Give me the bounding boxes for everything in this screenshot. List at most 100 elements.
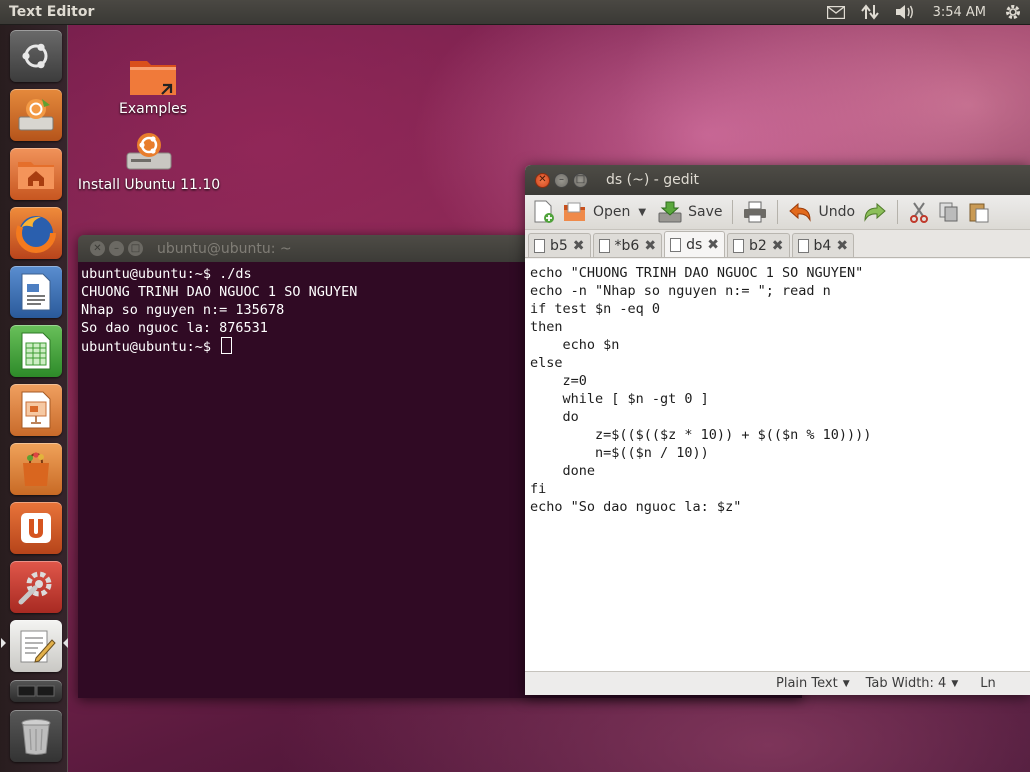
close-icon[interactable]: ✖ (644, 238, 656, 254)
code-line: while [ $n -gt 0 ] (530, 391, 709, 407)
launcher-trash[interactable] (10, 710, 62, 762)
launcher-home-folder[interactable] (10, 148, 62, 200)
cut-button[interactable] (904, 195, 934, 230)
desktop-icon-label: Examples (118, 101, 188, 117)
calc-spreadsheet-icon (21, 332, 51, 370)
save-button[interactable]: Save (654, 195, 726, 230)
launcher-libreoffice-writer[interactable] (10, 266, 62, 318)
tab-width-selector[interactable]: Tab Width: 4 ▼ (861, 676, 964, 691)
toolbar-separator (897, 200, 899, 224)
code-line: echo $n (530, 337, 620, 353)
close-icon[interactable]: ✖ (707, 237, 719, 253)
volume-icon[interactable] (887, 0, 923, 25)
code-line: echo "CHUONG TRINH DAO NGUOC 1 SO NGUYEN… (530, 265, 864, 281)
tab-width-label: Tab Width: 4 (865, 676, 947, 691)
tab-b6[interactable]: *b6 ✖ (592, 233, 663, 257)
folder-examples-icon (130, 61, 176, 95)
minimize-icon[interactable]: – (554, 172, 569, 188)
power-gear-icon[interactable] (996, 0, 1030, 25)
document-icon (732, 238, 744, 253)
document-icon (670, 237, 682, 252)
desktop-icon-label: Install Ubuntu 11.10 (77, 177, 221, 193)
network-icon[interactable] (853, 0, 887, 25)
installer-icon (18, 99, 54, 131)
code-line: then (530, 319, 563, 335)
save-label: Save (688, 204, 723, 220)
toolbar-separator (732, 200, 734, 224)
paste-button[interactable] (964, 195, 994, 230)
code-line: else (530, 355, 563, 371)
gedit-window[interactable]: ✕ – □ ds (~) - gedit Open ▼ Save Undo b5… (525, 165, 1030, 695)
code-line: fi (530, 481, 547, 497)
tab-ds[interactable]: ds ✖ (664, 231, 725, 257)
open-button[interactable]: Open (559, 195, 634, 230)
terminal-cursor (221, 337, 233, 354)
open-recent-dropdown-icon[interactable]: ▼ (634, 195, 650, 230)
launcher-libreoffice-calc[interactable] (10, 325, 62, 377)
tab-label: b2 (748, 237, 767, 254)
tab-b4[interactable]: b4 ✖ (791, 233, 855, 257)
open-label: Open (593, 204, 631, 220)
code-line: done (530, 463, 596, 479)
ubuntu-one-icon (21, 513, 51, 543)
text-editor-area[interactable]: echo "CHUONG TRINH DAO NGUOC 1 SO NGUYEN… (525, 259, 1030, 671)
tab-b5[interactable]: b5 ✖ (528, 233, 591, 257)
document-icon (598, 238, 610, 253)
close-icon[interactable]: ✖ (573, 238, 585, 254)
scissors-icon (910, 202, 929, 223)
maximize-icon[interactable]: □ (128, 241, 143, 256)
launcher-libreoffice-impress[interactable] (10, 384, 62, 436)
chevron-down-icon: ▼ (951, 678, 959, 689)
desktop-icon-install-ubuntu[interactable]: Install Ubuntu 11.10 (74, 129, 224, 193)
active-app-title: Text Editor (9, 4, 95, 20)
new-document-button[interactable] (525, 195, 559, 230)
launcher-dash-home[interactable] (10, 30, 62, 82)
language-selector[interactable]: Plain Text ▼ (771, 676, 855, 691)
tab-label: *b6 (614, 237, 640, 254)
launcher-software-center[interactable] (10, 443, 62, 495)
desktop-icon-examples[interactable]: Examples (108, 53, 198, 117)
copy-button[interactable] (934, 195, 964, 230)
launcher-ubuntu-installer[interactable] (10, 89, 62, 141)
settings-wrench-gear-icon (18, 571, 52, 605)
gedit-titlebar[interactable]: ✕ – □ ds (~) - gedit (525, 165, 1030, 195)
gedit-toolbar: Open ▼ Save Undo (525, 195, 1030, 230)
gedit-tab-bar: b5 ✖ *b6 ✖ ds ✖ b2 ✖ b4 ✖ (525, 230, 1030, 258)
maximize-icon[interactable]: □ (573, 172, 588, 188)
close-icon[interactable]: ✕ (535, 172, 550, 188)
mail-icon[interactable] (819, 0, 853, 25)
close-icon[interactable]: ✖ (772, 238, 784, 254)
code-line: if test $n -eq 0 (530, 301, 661, 317)
code-line: z=0 (530, 373, 587, 389)
redo-button[interactable] (859, 195, 891, 230)
indicator-area: 3:54 AM (819, 0, 1030, 25)
chevron-down-icon: ▼ (842, 678, 850, 689)
unity-launcher (0, 25, 68, 772)
text-editor-pencil-icon (20, 630, 56, 663)
home-folder-icon (18, 162, 54, 189)
launcher-system-settings[interactable] (10, 561, 62, 613)
copy-icon (939, 202, 958, 222)
print-button[interactable] (739, 195, 771, 230)
redo-arrow-icon (864, 202, 886, 222)
launcher-firefox[interactable] (10, 207, 62, 259)
undo-label: Undo (818, 204, 856, 220)
close-icon[interactable]: ✕ (90, 241, 105, 256)
minimize-icon[interactable]: – (109, 241, 124, 256)
running-indicator-arrow (1, 638, 6, 648)
firefox-icon (16, 213, 56, 253)
launcher-gedit-text-editor[interactable] (10, 620, 62, 672)
undo-button[interactable]: Undo (784, 195, 859, 230)
launcher-ubuntu-one[interactable] (10, 502, 62, 554)
launcher-workspaces[interactable] (10, 680, 62, 702)
code-line: echo -n "Nhap so nguyen n:= "; read n (530, 283, 831, 299)
tab-b2[interactable]: b2 ✖ (726, 233, 790, 257)
undo-arrow-icon (789, 202, 811, 222)
terminal-prompt: ubuntu@ubuntu:~$ (81, 339, 220, 355)
focused-indicator-arrow (63, 638, 68, 648)
close-icon[interactable]: ✖ (836, 238, 848, 254)
code-line: echo "So dao nguoc la: $z" (530, 499, 742, 515)
clock[interactable]: 3:54 AM (923, 0, 996, 25)
ubuntu-logo-icon (22, 43, 48, 69)
paste-clipboard-icon (969, 203, 989, 223)
